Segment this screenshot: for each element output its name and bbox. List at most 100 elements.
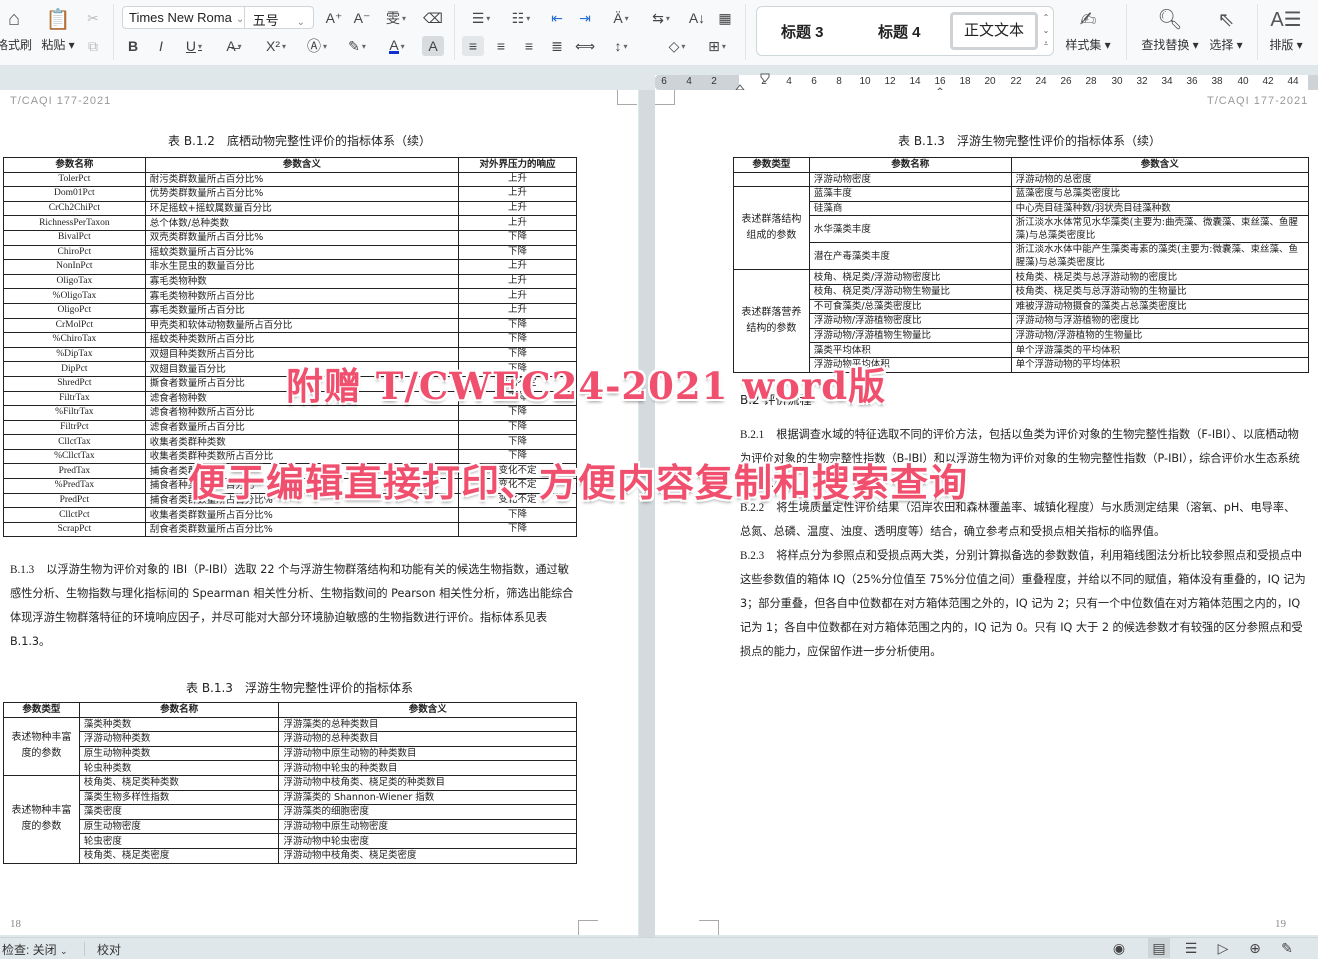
column-header: 参数类型 — [733, 157, 810, 173]
sort-icon[interactable]: A↓ — [686, 8, 708, 28]
table-cell: 原生动物密度 — [78, 818, 280, 835]
ruler-tick: 18 — [959, 76, 971, 87]
ruler-tick: 40 — [1237, 76, 1249, 87]
table-cell: 原生动物种类数 — [78, 745, 280, 762]
phonetic-guide-icon[interactable]: 雯 ▾ — [381, 8, 411, 28]
table-row: TolerPct 耐污类群数量所占百分比% 上升 — [3, 171, 577, 188]
table-cell: 浮游动物种类数 — [78, 731, 280, 747]
table-cell: PredTax — [3, 463, 146, 480]
font-size-select[interactable]: 五号 ⌄ — [245, 7, 313, 28]
line-spacing-icon[interactable]: ↕ ▾ — [606, 36, 636, 56]
distributed-align-icon[interactable]: ⟺ — [574, 36, 596, 56]
decrease-indent-icon[interactable]: ⇤ — [546, 8, 568, 28]
table-cell: 硅藻商 — [808, 200, 1012, 217]
table-cell: 潜在产毒藻类丰度 — [808, 242, 1012, 271]
margin-corner-mark — [655, 90, 675, 105]
layout-button[interactable]: A☰ 排版 ▾ — [1266, 4, 1306, 53]
char-shading-icon[interactable]: A — [422, 36, 444, 56]
document-page-18[interactable]: T/CAQI 177-2021 表 B.1.2 底栖动物完整性评价的指标体系（续… — [0, 90, 638, 935]
font-name-select[interactable]: Times New Roma ⌄ — [123, 7, 245, 28]
table-cell: 浮游动物中枝角类、桡足类的种类数目 — [278, 774, 577, 791]
table-cell: 上升 — [458, 302, 577, 319]
table-row: 硅藻商 中心壳目硅藻种数/羽状壳目硅藻种数 — [734, 200, 1310, 217]
document-page-19[interactable]: T/CAQI 177-2021 表 B.1.3 浮游生物完整性评价的指标体系（续… — [655, 90, 1318, 935]
divider — [745, 4, 746, 60]
char-spacing-icon[interactable]: Ä ▾ — [606, 8, 636, 28]
table-cell: 浮游动物与浮游植物的密度比 — [1010, 313, 1310, 329]
copy-icon[interactable]: ⧉ — [82, 36, 104, 56]
outline-view-icon[interactable]: ☰ — [1180, 940, 1202, 957]
ruler-tick: 22 — [1010, 76, 1022, 87]
table-row: 表述群落结构组成的参数 蓝藻丰度 蓝藻密度与总藻类密度比 — [733, 186, 1310, 271]
page-view-icon[interactable]: ▤ — [1148, 938, 1170, 958]
table-row: FiltrPct 滤食者数量所占百分比 下降 — [3, 419, 577, 436]
align-left-icon[interactable]: ≡ — [462, 36, 484, 56]
ruler-tick: 42 — [1262, 76, 1274, 87]
justify-icon[interactable]: ≣ — [546, 36, 568, 56]
web-view-icon[interactable]: ⊕ — [1244, 940, 1266, 957]
superscript-icon[interactable]: X² ▾ — [260, 36, 292, 56]
table-cell: 浮游藻类的总种类数目 — [278, 716, 577, 733]
shrink-font-icon[interactable]: A⁻ — [351, 8, 373, 28]
table-cell: OligoPct — [3, 302, 146, 319]
table-cell: 刮食者类群数量所占百分比% — [144, 521, 460, 538]
strikethrough-icon[interactable]: A̶ ▾ — [220, 36, 248, 56]
spell-check-toggle[interactable]: 检查: 关闭 ⌄ — [2, 941, 68, 958]
table-cell: 下降 — [458, 317, 577, 334]
ruler-margin-right — [1308, 75, 1318, 90]
gridlines-icon[interactable]: ▦ — [714, 8, 736, 28]
table-row: 轮虫密度 浮游动物中轮虫密度 — [4, 833, 577, 849]
numbered-list-icon[interactable]: ☷ ▾ — [507, 8, 535, 28]
increase-indent-icon[interactable]: ⇥ — [574, 8, 596, 28]
read-mode-icon[interactable]: ▷ — [1212, 940, 1234, 957]
table-cell: 滤食者数量所占百分比 — [144, 419, 460, 436]
align-center-icon[interactable]: ≡ — [490, 36, 512, 56]
cut-icon[interactable]: ✂ — [82, 8, 104, 28]
highlight-icon[interactable]: ✎ ▾ — [342, 36, 372, 56]
table-cell: %CllctTax — [3, 448, 146, 465]
column-header: 参数含义 — [278, 702, 577, 718]
font-color-icon[interactable]: A ▾ — [382, 36, 412, 56]
find-replace-label: 查找替换 — [1141, 38, 1190, 52]
text-effect-icon[interactable]: Ⓐ ▾ — [302, 36, 332, 56]
divider — [113, 4, 114, 60]
style-gallery-scroll[interactable]: ⌃ ⌄ ⩡ — [1041, 11, 1051, 50]
table-cell: 枝角类、桡足类密度 — [78, 847, 280, 864]
horizontal-ruler[interactable]: 6422468101214161820222426283032343638404… — [655, 75, 1318, 90]
find-replace-button[interactable]: 🔍︎ 查找替换 ▾ — [1138, 4, 1202, 53]
style-heading-4[interactable]: 标题 4 — [878, 21, 921, 42]
page-gap-shade — [639, 90, 655, 937]
table-cell: 枝角、桡足类/浮游动物生物量比 — [808, 283, 1012, 300]
shading-icon[interactable]: ◇ ▾ — [662, 36, 692, 56]
bullet-list-icon[interactable]: ☰ ▾ — [467, 8, 495, 28]
italic-icon[interactable]: I — [150, 36, 172, 56]
bold-icon[interactable]: B — [122, 36, 144, 56]
table-row: ChiroPct 摇蚊类数量所占百分比% 下降 — [3, 244, 577, 261]
table-cell: Dom01Pct — [3, 186, 146, 202]
style-set-button[interactable]: ✍ 样式集 ▾ — [1062, 4, 1114, 53]
format-painter-button[interactable]: ⌂ 格式刷 — [0, 4, 34, 53]
align-right-icon[interactable]: ≡ — [518, 36, 540, 56]
select-button[interactable]: ⇖ 选择 ▾ — [1206, 4, 1246, 53]
style-heading-3[interactable]: 标题 3 — [781, 21, 824, 42]
first-line-indent-marker[interactable] — [760, 70, 770, 83]
grow-font-icon[interactable]: A⁺ — [323, 8, 345, 28]
table-cell: 单个浮游动物的平均体积 — [1010, 356, 1310, 373]
table-cell: 上升 — [458, 273, 577, 290]
proofread-button[interactable]: 校对 — [97, 941, 121, 958]
paste-button[interactable]: 📋 粘贴 ▾ — [38, 4, 78, 53]
table-row: 浮游动物密度 浮游动物的总密度 — [733, 171, 1310, 188]
eye-protection-icon[interactable]: ◉ — [1108, 940, 1130, 957]
pen-icon[interactable]: ✎ — [1276, 940, 1298, 957]
paste-label: 粘贴 — [41, 38, 66, 52]
table-cell — [733, 171, 810, 188]
borders-icon[interactable]: ⊞ ▾ — [702, 36, 732, 56]
font-selector[interactable]: Times New Roma ⌄ 五号 ⌄ — [122, 6, 314, 29]
table-cell: 总个体数/总种类数 — [144, 215, 460, 231]
clear-format-icon[interactable]: ⌫ — [422, 8, 444, 28]
text-direction-icon[interactable]: ⇆ ▾ — [646, 8, 676, 28]
underline-icon[interactable]: U ▾ — [180, 36, 208, 56]
table-cell: ScrapPct — [3, 521, 146, 538]
column-header: 参数含义 — [144, 157, 460, 173]
style-body-text[interactable]: 正文文本 — [950, 12, 1038, 50]
